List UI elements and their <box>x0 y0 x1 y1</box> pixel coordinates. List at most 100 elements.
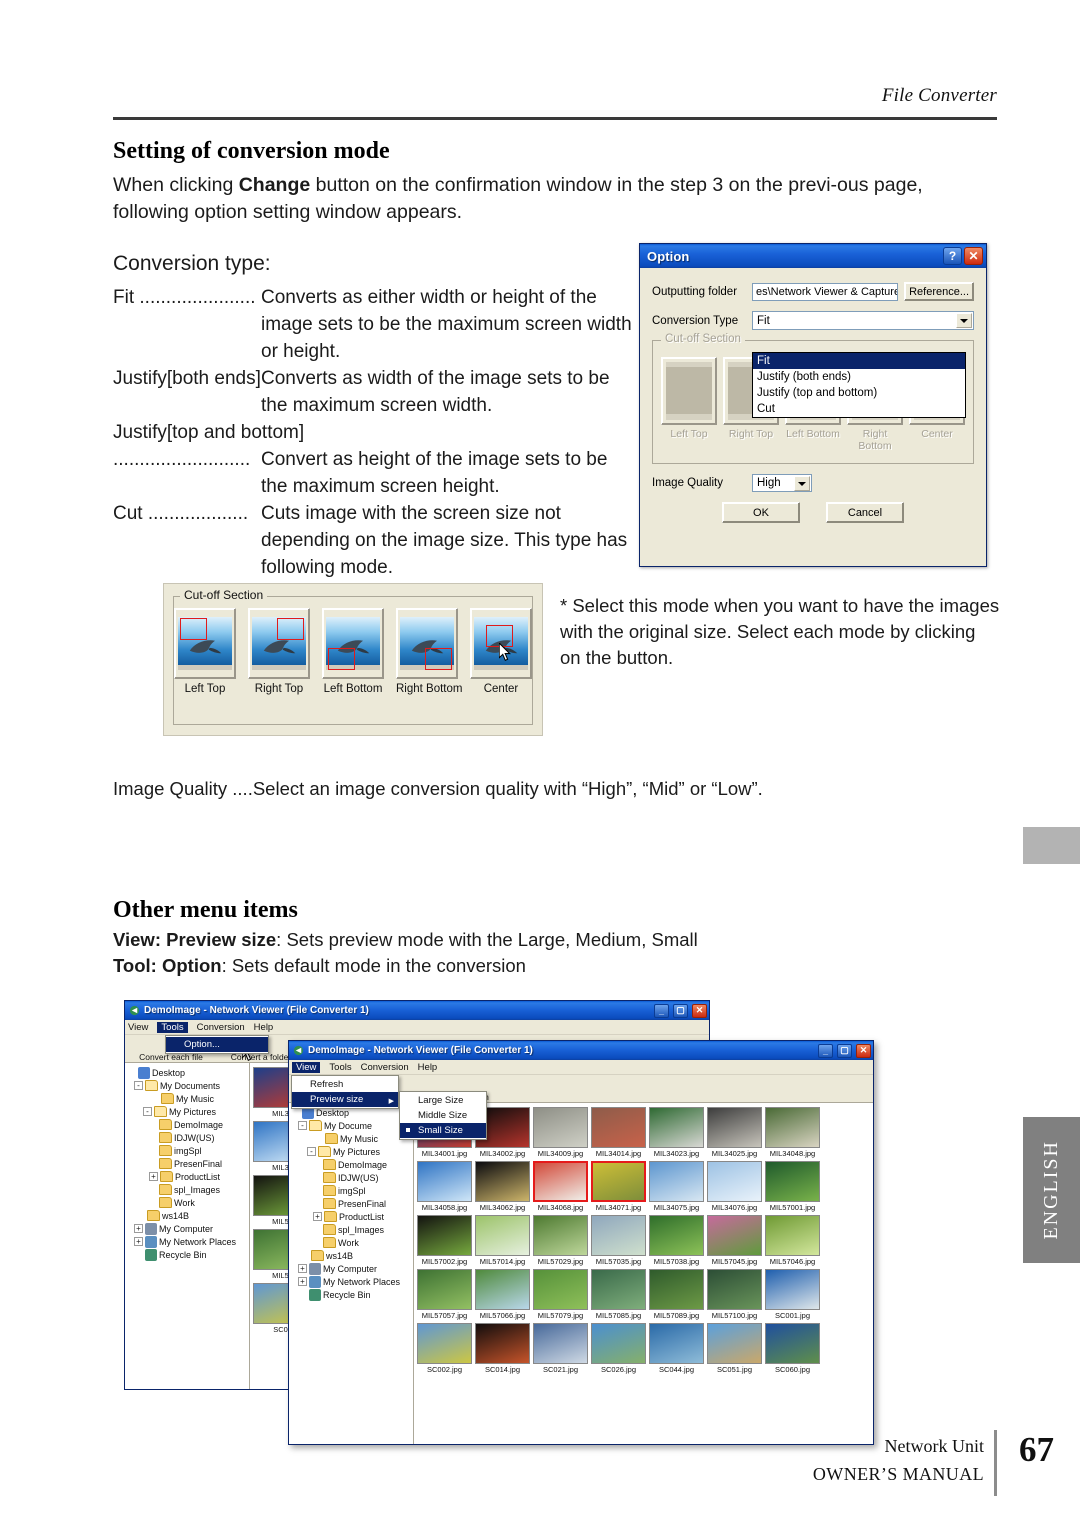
expand-icon[interactable]: + <box>149 1172 158 1181</box>
cutoff-cell-right-top[interactable]: Right Top <box>248 608 310 695</box>
thumbnail-item[interactable]: SC002.jpg <box>417 1323 472 1374</box>
tree-node[interactable]: My Music <box>127 1092 247 1105</box>
cutoff-cell-center[interactable]: Center <box>470 608 532 695</box>
thumbnail-image[interactable] <box>649 1107 704 1148</box>
menu-view[interactable]: View <box>292 1061 321 1073</box>
thumbnail-item[interactable]: MIL57045.jpg <box>707 1215 762 1266</box>
expand-icon[interactable]: + <box>134 1224 143 1233</box>
thumbnail-item[interactable]: MIL34025.jpg <box>707 1107 762 1158</box>
thumbnail-image[interactable] <box>417 1161 472 1202</box>
thumbnail-item[interactable]: SC001.jpg <box>765 1269 820 1320</box>
collapse-icon[interactable]: - <box>307 1147 316 1156</box>
thumbnail-image[interactable] <box>533 1161 588 1202</box>
thumbnail-item[interactable]: MIL34048.jpg <box>765 1107 820 1158</box>
thumbnail-image[interactable] <box>533 1269 588 1310</box>
expand-icon[interactable]: + <box>313 1212 322 1221</box>
thumbnail-image[interactable] <box>591 1107 646 1148</box>
thumbnail-item[interactable]: MIL57001.jpg <box>765 1161 820 1212</box>
thumbnail-item[interactable]: SC044.jpg <box>649 1323 704 1374</box>
menu-item-preview-size[interactable]: Preview size ▶ <box>292 1092 398 1107</box>
thumbnail-image[interactable] <box>591 1323 646 1364</box>
thumbnail-item[interactable]: SC026.jpg <box>591 1323 646 1374</box>
cutoff-thumb-right-top[interactable] <box>248 608 310 679</box>
expand-icon[interactable]: + <box>134 1237 143 1246</box>
dropdown-option-fit[interactable]: Fit <box>753 353 965 369</box>
tree-node[interactable]: spl_Images <box>291 1223 411 1236</box>
collapse-icon[interactable]: - <box>298 1121 307 1130</box>
thumbnail-image[interactable] <box>707 1269 762 1310</box>
thumbnail-item[interactable]: MIL34076.jpg <box>707 1161 762 1212</box>
thumbnail-image[interactable] <box>417 1269 472 1310</box>
tree-node[interactable]: Recycle Bin <box>291 1288 411 1301</box>
tree-node[interactable]: PresenFinal <box>127 1157 247 1170</box>
thumbnail-item[interactable]: MIL34023.jpg <box>649 1107 704 1158</box>
thumbnail-image[interactable] <box>533 1107 588 1148</box>
tree-node[interactable]: Desktop <box>127 1066 247 1079</box>
thumbnail-image[interactable] <box>707 1323 762 1364</box>
thumbnail-item[interactable]: MIL57002.jpg <box>417 1215 472 1266</box>
front-window[interactable]: DemoImage - Network Viewer (File Convert… <box>288 1040 874 1445</box>
thumbnail-item[interactable]: MIL57014.jpg <box>475 1215 530 1266</box>
back-window-titlebar[interactable]: DemoImage - Network Viewer (File Convert… <box>125 1001 709 1020</box>
menu-tools[interactable]: Tools <box>329 1062 351 1073</box>
menu-help[interactable]: Help <box>418 1062 438 1073</box>
tree-node[interactable]: - My Docume <box>291 1119 411 1132</box>
cutoff-cell[interactable]: Left Top <box>661 357 717 452</box>
tree-node[interactable]: ws14B <box>291 1249 411 1262</box>
view-menu-popup[interactable]: Refresh Preview size ▶ <box>291 1075 399 1109</box>
thumbnail-image[interactable] <box>707 1161 762 1202</box>
menu-item-small-size[interactable]: Small Size <box>400 1123 486 1138</box>
close-icon[interactable]: ✕ <box>692 1003 707 1018</box>
tree-node[interactable]: imgSpl <box>127 1144 247 1157</box>
ok-button[interactable]: OK <box>722 502 800 523</box>
thumbnail-image[interactable] <box>417 1323 472 1364</box>
dropdown-option-justify-top-bottom[interactable]: Justify (top and bottom) <box>753 385 965 401</box>
close-icon[interactable]: ✕ <box>856 1043 871 1058</box>
front-window-menubar[interactable]: View Tools Conversion Help <box>289 1060 873 1075</box>
thumbnail-item[interactable]: MIL34058.jpg <box>417 1161 472 1212</box>
thumbnail-image[interactable] <box>707 1215 762 1256</box>
menu-item-option[interactable]: Option... <box>166 1037 268 1052</box>
thumbnail-image[interactable] <box>475 1215 530 1256</box>
chevron-down-icon[interactable] <box>956 313 972 328</box>
thumbnail-image[interactable] <box>475 1269 530 1310</box>
thumbnail-image[interactable] <box>475 1323 530 1364</box>
menu-tools[interactable]: Tools <box>157 1021 188 1033</box>
thumbnail-image[interactable] <box>649 1323 704 1364</box>
menu-item-large-size[interactable]: Large Size <box>400 1093 486 1108</box>
thumbnail-item[interactable]: MIL34009.jpg <box>533 1107 588 1158</box>
thumbnail-item[interactable]: SC060.jpg <box>765 1323 820 1374</box>
thumbnail-item[interactable]: SC021.jpg <box>533 1323 588 1374</box>
cutoff-thumb-left-bottom[interactable] <box>322 608 384 679</box>
thumbnail-image[interactable] <box>591 1161 646 1202</box>
tree-node[interactable]: + ProductList <box>291 1210 411 1223</box>
collapse-icon[interactable]: - <box>143 1107 152 1116</box>
output-folder-input[interactable]: es\Network Viewer & Capture <box>752 282 899 301</box>
tree-node[interactable]: + ProductList <box>127 1170 247 1183</box>
tree-node[interactable]: Work <box>127 1196 247 1209</box>
cutoff-thumb-left-top[interactable] <box>174 608 236 679</box>
thumbnail-item[interactable]: MIL34068.jpg <box>533 1161 588 1212</box>
thumbnail-image[interactable] <box>649 1215 704 1256</box>
thumbnail-item[interactable]: SC051.jpg <box>707 1323 762 1374</box>
tree-node[interactable]: - My Pictures <box>127 1105 247 1118</box>
thumbnail-item[interactable]: MIL34062.jpg <box>475 1161 530 1212</box>
cutoff-thumb-right-bottom[interactable] <box>396 608 458 679</box>
front-window-folder-tree[interactable]: Desktop - My Docume My Music - My Pictur… <box>289 1103 414 1444</box>
tree-node[interactable]: + My Computer <box>127 1222 247 1235</box>
cutoff-thumb-left-top[interactable] <box>661 357 717 425</box>
cutoff-cell-left-bottom[interactable]: Left Bottom <box>322 608 384 695</box>
cutoff-cell-left-top[interactable]: Left Top <box>174 608 236 695</box>
thumbnail-image[interactable] <box>765 1215 820 1256</box>
tree-node[interactable]: IDJW(US) <box>291 1171 411 1184</box>
tree-node[interactable]: Work <box>291 1236 411 1249</box>
tree-node[interactable]: + My Computer <box>291 1262 411 1275</box>
tree-node[interactable]: spl_Images <box>127 1183 247 1196</box>
tree-node[interactable]: DemoImage <box>291 1158 411 1171</box>
thumbnail-item[interactable]: MIL57089.jpg <box>649 1269 704 1320</box>
thumbnail-item[interactable]: MIL57085.jpg <box>591 1269 646 1320</box>
maximize-icon[interactable]: ▢ <box>673 1003 688 1018</box>
cutoff-thumb-center[interactable] <box>470 608 532 679</box>
expand-icon[interactable]: + <box>298 1277 307 1286</box>
menu-item-refresh[interactable]: Refresh <box>292 1077 398 1092</box>
